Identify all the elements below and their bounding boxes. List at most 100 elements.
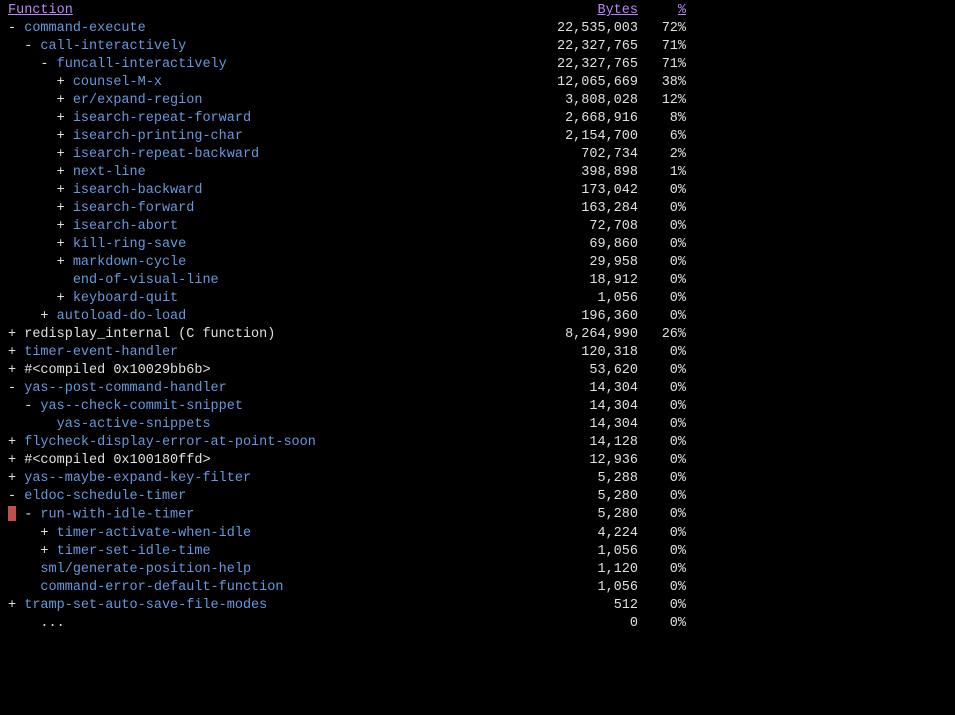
profiler-row[interactable]: + autoload-do-load196,3600% (0, 308, 955, 326)
function-name[interactable]: kill-ring-save (73, 237, 186, 252)
bytes-cell: 1,120 (548, 561, 638, 579)
profiler-row[interactable]: - yas--post-command-handler14,3040% (0, 380, 955, 398)
function-name[interactable]: next-line (73, 165, 146, 180)
expand-icon[interactable]: + (57, 237, 65, 252)
function-name[interactable]: yas-active-snippets (57, 417, 211, 432)
expand-icon[interactable]: + (8, 471, 16, 486)
profiler-row[interactable]: - yas--check-commit-snippet14,3040% (0, 398, 955, 416)
expand-icon[interactable]: + (57, 111, 65, 126)
function-name[interactable]: isearch-forward (73, 201, 195, 216)
expand-icon[interactable]: + (57, 129, 65, 144)
profiler-row[interactable]: + timer-event-handler120,3180% (0, 344, 955, 362)
profiler-row[interactable]: - funcall-interactively22,327,76571% (0, 56, 955, 74)
expand-icon[interactable]: + (57, 165, 65, 180)
function-name[interactable]: timer-set-idle-time (57, 544, 211, 559)
collapse-icon[interactable]: - (8, 381, 16, 396)
profiler-row[interactable]: + isearch-repeat-backward702,7342% (0, 146, 955, 164)
profiler-row[interactable]: - call-interactively22,327,76571% (0, 38, 955, 56)
function-name[interactable]: timer-activate-when-idle (57, 526, 251, 541)
percent-cell: 0% (638, 470, 686, 488)
expand-icon[interactable]: + (57, 147, 65, 162)
function-cell: + timer-set-idle-time (8, 543, 548, 561)
profiler-row[interactable]: + redisplay_internal (C function)8,264,9… (0, 326, 955, 344)
expand-icon[interactable]: + (8, 435, 16, 450)
profiler-row[interactable]: ...00% (0, 615, 955, 633)
expand-icon[interactable]: + (8, 598, 16, 613)
profiler-row[interactable]: + isearch-backward173,0420% (0, 182, 955, 200)
expand-icon[interactable]: + (57, 75, 65, 90)
profiler-row[interactable]: sml/generate-position-help1,1200% (0, 561, 955, 579)
expand-icon[interactable]: + (40, 526, 48, 541)
collapse-icon[interactable]: - (40, 57, 48, 72)
collapse-icon[interactable]: - (8, 489, 16, 504)
function-name[interactable]: yas--check-commit-snippet (40, 399, 243, 414)
profiler-row[interactable]: + flycheck-display-error-at-point-soon14… (0, 434, 955, 452)
expand-icon[interactable]: + (57, 291, 65, 306)
function-name[interactable]: end-of-visual-line (73, 273, 219, 288)
profiler-row[interactable]: + isearch-forward163,2840% (0, 200, 955, 218)
function-name[interactable]: isearch-repeat-backward (73, 147, 259, 162)
profiler-row[interactable]: + yas--maybe-expand-key-filter5,2880% (0, 470, 955, 488)
function-cell: - yas--post-command-handler (8, 380, 548, 398)
function-name[interactable]: flycheck-display-error-at-point-soon (24, 435, 316, 450)
profiler-row[interactable]: + next-line398,8981% (0, 164, 955, 182)
expand-icon[interactable]: + (8, 327, 16, 342)
profiler-row[interactable]: + timer-set-idle-time1,0560% (0, 543, 955, 561)
expand-icon[interactable]: + (57, 255, 65, 270)
profiler-row[interactable]: command-error-default-function1,0560% (0, 579, 955, 597)
function-name[interactable]: keyboard-quit (73, 291, 178, 306)
function-name[interactable]: yas--maybe-expand-key-filter (24, 471, 251, 486)
profiler-row[interactable]: yas-active-snippets14,3040% (0, 416, 955, 434)
expand-icon[interactable]: + (57, 201, 65, 216)
function-name[interactable]: er/expand-region (73, 93, 203, 108)
expand-icon[interactable]: + (8, 453, 16, 468)
expand-icon[interactable]: + (40, 309, 48, 324)
profiler-row[interactable]: - run-with-idle-timer5,2800% (0, 506, 955, 525)
profiler-row[interactable]: + tramp-set-auto-save-file-modes5120% (0, 597, 955, 615)
function-cell: + er/expand-region (8, 92, 548, 110)
function-name[interactable]: eldoc-schedule-timer (24, 489, 186, 504)
profiler-row[interactable]: + keyboard-quit1,0560% (0, 290, 955, 308)
indent (8, 57, 40, 72)
function-name[interactable]: sml/generate-position-help (40, 562, 251, 577)
function-name[interactable]: isearch-abort (73, 219, 178, 234)
profiler-row[interactable]: + isearch-repeat-forward2,668,9168% (0, 110, 955, 128)
function-name[interactable]: isearch-printing-char (73, 129, 243, 144)
function-name[interactable]: call-interactively (40, 39, 186, 54)
expand-icon[interactable]: + (8, 363, 16, 378)
profiler-row[interactable]: - eldoc-schedule-timer5,2800% (0, 488, 955, 506)
profiler-row[interactable]: - command-execute22,535,00372% (0, 20, 955, 38)
profiler-row[interactable]: + counsel-M-x12,065,66938% (0, 74, 955, 92)
profiler-row[interactable]: + #<compiled 0x10029bb6b>53,6200% (0, 362, 955, 380)
profiler-row[interactable]: + markdown-cycle29,9580% (0, 254, 955, 272)
function-name[interactable]: timer-event-handler (24, 345, 178, 360)
profiler-row[interactable]: + kill-ring-save69,8600% (0, 236, 955, 254)
expand-icon[interactable]: + (57, 93, 65, 108)
expand-icon[interactable]: + (57, 183, 65, 198)
profiler-row[interactable]: end-of-visual-line18,9120% (0, 272, 955, 290)
function-name[interactable]: funcall-interactively (57, 57, 227, 72)
collapse-icon[interactable]: - (8, 21, 16, 36)
profiler-row[interactable]: + isearch-printing-char2,154,7006% (0, 128, 955, 146)
function-name[interactable]: isearch-backward (73, 183, 203, 198)
function-name[interactable]: command-execute (24, 21, 146, 36)
header-bytes: Bytes (548, 2, 638, 20)
function-name[interactable]: tramp-set-auto-save-file-modes (24, 598, 267, 613)
profiler-row[interactable]: + #<compiled 0x100180ffd>12,9360% (0, 452, 955, 470)
expand-icon[interactable]: + (8, 345, 16, 360)
function-name[interactable]: counsel-M-x (73, 75, 162, 90)
expand-icon[interactable]: + (57, 219, 65, 234)
profiler-row[interactable]: + isearch-abort72,7080% (0, 218, 955, 236)
header-function: Function (8, 2, 548, 20)
function-name: #<compiled 0x10029bb6b> (24, 363, 210, 378)
profiler-row[interactable]: + er/expand-region3,808,02812% (0, 92, 955, 110)
function-name[interactable]: command-error-default-function (40, 580, 283, 595)
function-name[interactable]: run-with-idle-timer (40, 508, 194, 523)
function-name[interactable]: autoload-do-load (57, 309, 187, 324)
function-name[interactable]: yas--post-command-handler (24, 381, 227, 396)
profiler-row[interactable]: + timer-activate-when-idle4,2240% (0, 525, 955, 543)
expand-icon[interactable]: + (40, 544, 48, 559)
percent-cell: 12% (638, 92, 686, 110)
function-name[interactable]: isearch-repeat-forward (73, 111, 251, 126)
function-name[interactable]: markdown-cycle (73, 255, 186, 270)
